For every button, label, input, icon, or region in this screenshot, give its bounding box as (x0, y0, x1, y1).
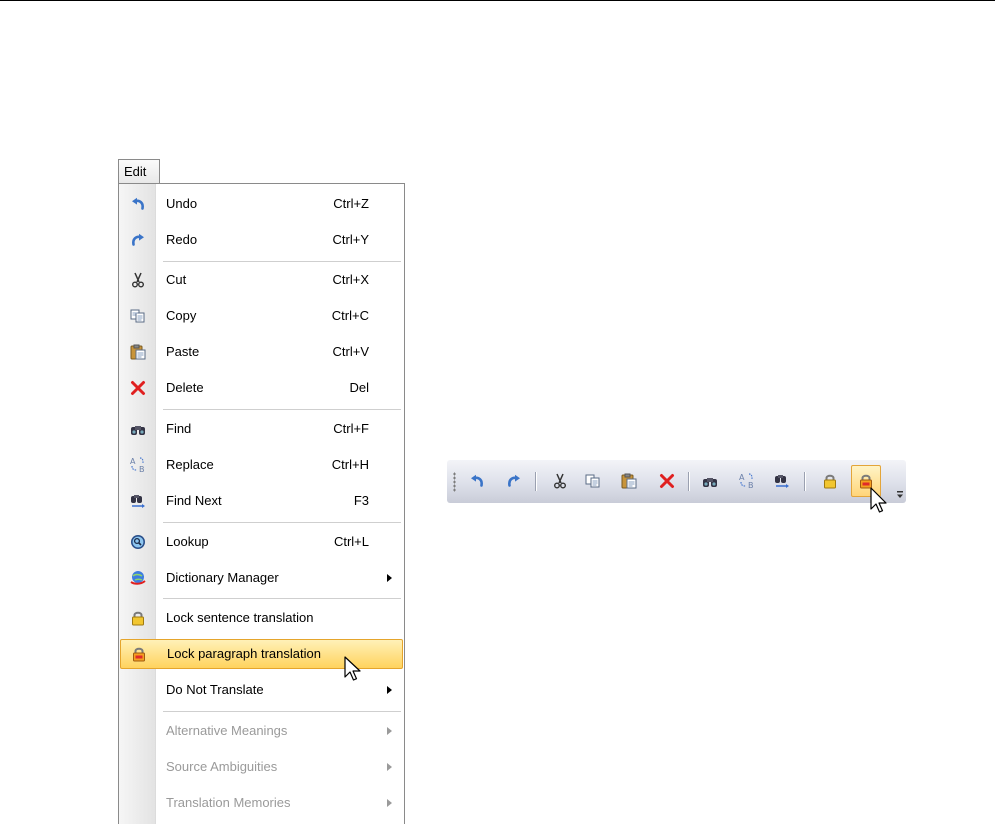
menu-item-shortcut: Ctrl+L (333, 534, 369, 549)
menu-item-shortcut: Ctrl+H (331, 457, 369, 472)
replace-icon: AB (129, 456, 147, 474)
menu-item-delete[interactable]: Delete Del (119, 373, 404, 403)
submenu-arrow-icon (387, 727, 392, 735)
find-next-icon[interactable] (772, 471, 792, 491)
menu-item-cut[interactable]: Cut Ctrl+X (119, 265, 404, 295)
edit-menu-dropdown: Undo Ctrl+Z Redo Ctrl+Y Cut Ctrl+X Copy … (118, 183, 405, 824)
menu-item-shortcut: Ctrl+V (332, 344, 369, 359)
menu-item-copy[interactable]: Copy Ctrl+C (119, 301, 404, 331)
menu-item-dictionary-manager[interactable]: Dictionary Manager (119, 563, 404, 593)
menu-separator (163, 598, 401, 599)
mouse-cursor-icon (870, 487, 890, 520)
menu-item-shortcut: Ctrl+X (332, 272, 369, 287)
menu-item-shortcut: Del (349, 380, 369, 395)
menu-separator (163, 261, 401, 262)
menu-item-alternative-meanings: Alternative Meanings (119, 716, 404, 746)
menu-item-shortcut: Ctrl+Z (333, 196, 369, 211)
menu-separator (163, 711, 401, 712)
menu-item-redo[interactable]: Redo Ctrl+Y (119, 225, 404, 255)
menu-item-label: Delete (166, 380, 204, 395)
delete-icon[interactable] (657, 471, 677, 491)
cut-icon (129, 271, 147, 289)
menu-item-label: Alternative Meanings (166, 723, 288, 738)
redo-icon[interactable] (504, 471, 524, 491)
menu-item-label: Replace (166, 457, 214, 472)
menu-separator (163, 409, 401, 410)
menu-item-label: Source Ambiguities (166, 759, 278, 774)
menu-item-label: Lock sentence translation (166, 610, 314, 625)
menu-item-label: Find Next (166, 493, 222, 508)
lock-yellow-icon (129, 609, 147, 627)
submenu-arrow-icon (387, 799, 392, 807)
menu-item-translation-memories: Translation Memories (119, 788, 404, 818)
find-next-icon (129, 492, 147, 510)
svg-text:B: B (748, 481, 754, 490)
mouse-cursor-icon (344, 656, 364, 687)
toolbar-separator (688, 472, 690, 491)
lookup-icon (129, 533, 147, 551)
lock-yellow-icon[interactable] (820, 471, 840, 491)
dictionary-manager-icon (129, 569, 147, 587)
menu-item-find-next[interactable]: Find Next F3 (119, 486, 404, 516)
menu-item-label: Find (166, 421, 192, 436)
undo-icon[interactable] (467, 471, 487, 491)
copy-icon (129, 307, 147, 325)
menu-item-shortcut: Ctrl+C (331, 308, 369, 323)
menu-item-find[interactable]: Find Ctrl+F (119, 414, 404, 444)
find-icon (129, 420, 147, 438)
top-rule (0, 0, 995, 1)
toolbar-overflow-chevron-icon[interactable] (897, 487, 903, 498)
menu-item-lookup[interactable]: Lookup Ctrl+L (119, 527, 404, 557)
menu-item-label: Lookup (166, 534, 209, 549)
menu-item-lock-sentence[interactable]: Lock sentence translation (119, 603, 404, 633)
menu-item-shortcut: Ctrl+Y (332, 232, 369, 247)
toolbar-separator (535, 472, 537, 491)
menu-item-label: Cut (166, 272, 187, 287)
svg-text:A: A (739, 473, 745, 482)
toolbar-separator (804, 472, 806, 491)
menu-item-shortcut: F3 (353, 493, 369, 508)
delete-icon (129, 379, 147, 397)
submenu-arrow-icon (387, 763, 392, 771)
edit-toolbar: AB (447, 460, 906, 503)
menu-item-replace[interactable]: AB Replace Ctrl+H (119, 450, 404, 480)
menu-item-label: Copy (166, 308, 197, 323)
menu-item-shortcut: Ctrl+F (333, 421, 369, 436)
paste-icon (129, 343, 147, 361)
menu-edit[interactable]: Edit (118, 159, 160, 183)
menu-item-undo[interactable]: Undo Ctrl+Z (119, 189, 404, 219)
cut-icon[interactable] (550, 471, 570, 491)
toolbar-grip-handle[interactable] (453, 472, 456, 492)
menu-item-label: Lock paragraph translation (167, 646, 321, 661)
menu-item-label: Dictionary Manager (166, 570, 279, 585)
menu-item-label: Redo (166, 232, 198, 247)
svg-text:A: A (130, 457, 136, 466)
find-icon[interactable] (700, 471, 720, 491)
menu-item-label: Translation Memories (166, 795, 291, 810)
menu-separator (163, 522, 401, 523)
paste-icon[interactable] (619, 471, 639, 491)
menu-item-paste[interactable]: Paste Ctrl+V (119, 337, 404, 367)
lock-red-icon (130, 645, 148, 663)
menu-item-source-ambiguities: Source Ambiguities (119, 752, 404, 782)
submenu-arrow-icon (387, 574, 392, 582)
menu-item-label: Paste (166, 344, 200, 359)
copy-icon[interactable] (583, 471, 603, 491)
undo-icon (129, 195, 147, 213)
svg-text:B: B (139, 465, 145, 474)
submenu-arrow-icon (387, 686, 392, 694)
redo-icon (129, 231, 147, 249)
menu-item-label: Undo (166, 196, 198, 211)
replace-icon[interactable]: AB (737, 471, 757, 491)
menu-item-label: Do Not Translate (166, 682, 264, 697)
